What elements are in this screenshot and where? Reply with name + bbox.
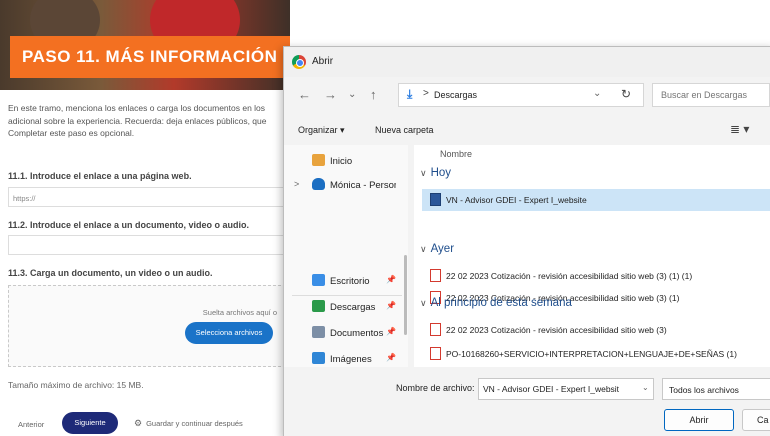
file-dropzone[interactable]: Suelta archivos aquí o Selecciona archiv… — [8, 285, 286, 367]
save-continue-later-link[interactable]: ⚙ Guardar y continuar después — [134, 418, 243, 429]
field-label-web-link: 11.1. Introduce el enlace a una página w… — [8, 171, 192, 181]
search-input[interactable] — [652, 83, 770, 107]
group-header[interactable]: ∨ Al principio de esta semana — [420, 297, 572, 309]
field-label-document-link: 11.2. Introduce el enlace a un documento… — [8, 220, 250, 230]
recent-locations-chevron-icon[interactable]: ⌄ — [348, 89, 356, 100]
organize-menu-button[interactable]: Organizar ▾ — [298, 125, 345, 136]
sidebar-scrollbar[interactable] — [404, 255, 407, 335]
open-file-dialog: Abrir ← → ⌄ ↑ ⤓ > Descargas ⌄ ↻ Organiza… — [283, 46, 770, 436]
forward-arrow-icon[interactable]: → — [324, 87, 337, 102]
address-bar[interactable]: ⤓ > Descargas ⌄ ↻ — [398, 83, 644, 107]
web-link-placeholder: https:// — [13, 194, 36, 203]
refresh-icon[interactable]: ↻ — [621, 87, 631, 101]
dropzone-text: Suelta archivos aquí o — [202, 308, 277, 317]
pdf-file-icon — [430, 269, 441, 282]
dialog-toolbar: Organizar ▾ Nueva carpeta ≣ ▾ — [284, 117, 770, 143]
collapse-chevron-icon[interactable]: ∨ — [420, 168, 427, 178]
step-banner: PASO 11. MÁS INFORMACIÓN — [10, 36, 290, 78]
web-link-input[interactable]: https:// — [8, 187, 286, 207]
pin-icon: 📌 — [386, 327, 396, 336]
group-title: Ayer — [430, 243, 455, 255]
downloads-icon — [312, 300, 325, 312]
next-button[interactable]: Siguiente — [62, 412, 118, 434]
chevron-down-icon[interactable]: ⌄ — [642, 383, 649, 392]
file-type-filter-value: Todos los archivos — [669, 385, 739, 395]
new-folder-button[interactable]: Nueva carpeta — [375, 125, 434, 135]
collapse-chevron-icon[interactable]: ∨ — [420, 298, 427, 308]
field-label-upload: 11.3. Carga un documento, un video o un … — [8, 268, 213, 278]
desktop-folder-icon — [312, 274, 325, 286]
previous-button[interactable]: Anterior — [18, 420, 44, 429]
view-options-icon[interactable]: ≣ ▾ — [730, 122, 749, 136]
sidebar-item-label: Mónica - Personal — [330, 180, 396, 191]
file-row[interactable]: 22 02 2023 Cotización - revisión accesib… — [422, 265, 770, 287]
sidebar-item[interactable]: Inicio — [284, 149, 402, 173]
column-header-name[interactable]: Nombre — [440, 149, 472, 159]
group-header[interactable]: ∨ Ayer — [420, 243, 454, 255]
file-name: PO-10168260+SERVICIO+INTERPRETACION+LENG… — [446, 349, 737, 359]
save-label: Guardar y continuar después — [146, 419, 243, 428]
word-document-icon — [430, 193, 441, 206]
file-name: 22 02 2023 Cotización - revisión accesib… — [446, 271, 693, 281]
sidebar-item[interactable]: Imágenes 📌 — [284, 347, 402, 371]
pin-icon: 📌 — [386, 353, 396, 362]
home-icon — [312, 154, 325, 166]
up-arrow-icon[interactable]: ↑ — [370, 87, 377, 102]
breadcrumb-descargas[interactable]: Descargas — [434, 90, 477, 100]
step-title: PASO 11. MÁS INFORMACIÓN — [22, 47, 278, 66]
sidebar-item-label: Inicio — [330, 156, 353, 167]
max-file-size-note: Tamaño máximo de archivo: 15 MB. — [8, 380, 144, 390]
group-header[interactable]: ∨ Hoy — [420, 167, 451, 179]
sidebar-item[interactable]: Documentos 📌 — [284, 321, 402, 345]
file-type-filter[interactable]: Todos los archivos — [662, 378, 770, 400]
sidebar-item[interactable]: Escritorio 📌 — [284, 269, 402, 293]
dialog-title: Abrir — [312, 56, 334, 67]
file-row[interactable]: 22 02 2023 Cotización - revisión accesib… — [422, 319, 770, 341]
file-name: VN - Advisor GDEI - Expert I_website — [446, 195, 587, 205]
dialog-titlebar[interactable]: Abrir — [284, 47, 770, 77]
documents-icon — [312, 326, 325, 338]
navigation-pane: Inicio > Mónica - Personal Escritorio📌Desca… — [284, 145, 408, 417]
onedrive-icon — [312, 178, 325, 190]
expand-chevron-icon[interactable]: > — [294, 179, 299, 189]
sidebar-item[interactable]: > Mónica - Personal — [284, 173, 402, 197]
file-row[interactable]: VN - Advisor GDEI - Expert I_website — [422, 189, 770, 211]
intro-text: En este tramo, menciona los enlaces o ca… — [8, 103, 267, 138]
file-name: 22 02 2023 Cotización - revisión accesib… — [446, 325, 667, 335]
group-title: Al principio de esta semana — [430, 297, 572, 309]
pdf-file-icon — [430, 347, 441, 360]
file-list: Nombre ∨ Hoy VN - Advisor GDEI - Expert I_… — [414, 145, 770, 367]
downloads-icon: ⤓ — [407, 87, 413, 101]
cancel-button[interactable]: Ca — [742, 409, 770, 431]
group-title: Hoy — [430, 167, 452, 179]
breadcrumb-separator: > — [423, 88, 429, 99]
file-row[interactable]: PO-10168260+SERVICIO+INTERPRETACION+LENG… — [422, 343, 770, 365]
filename-label: Nombre de archivo: — [396, 383, 475, 393]
collapse-chevron-icon[interactable]: ∨ — [420, 244, 427, 254]
document-link-input[interactable] — [8, 235, 286, 255]
chevron-down-icon[interactable]: ⌄ — [593, 88, 601, 99]
pdf-file-icon — [430, 323, 441, 336]
open-button[interactable]: Abrir — [664, 409, 734, 431]
chrome-icon — [292, 55, 306, 69]
filename-input[interactable] — [478, 378, 654, 400]
select-files-button[interactable]: Selecciona archivos — [185, 322, 273, 344]
gear-icon: ⚙ — [134, 418, 143, 428]
pin-icon: 📌 — [386, 301, 396, 310]
pictures-icon — [312, 352, 325, 364]
pin-icon: 📌 — [386, 275, 396, 284]
sidebar-item[interactable]: Descargas 📌 — [284, 295, 402, 319]
dialog-footer: Nombre de archivo: ⌄ Todos los archivos … — [284, 369, 770, 436]
back-arrow-icon[interactable]: ← — [298, 87, 311, 102]
navigation-bar: ← → ⌄ ↑ ⤓ > Descargas ⌄ ↻ — [284, 77, 770, 113]
